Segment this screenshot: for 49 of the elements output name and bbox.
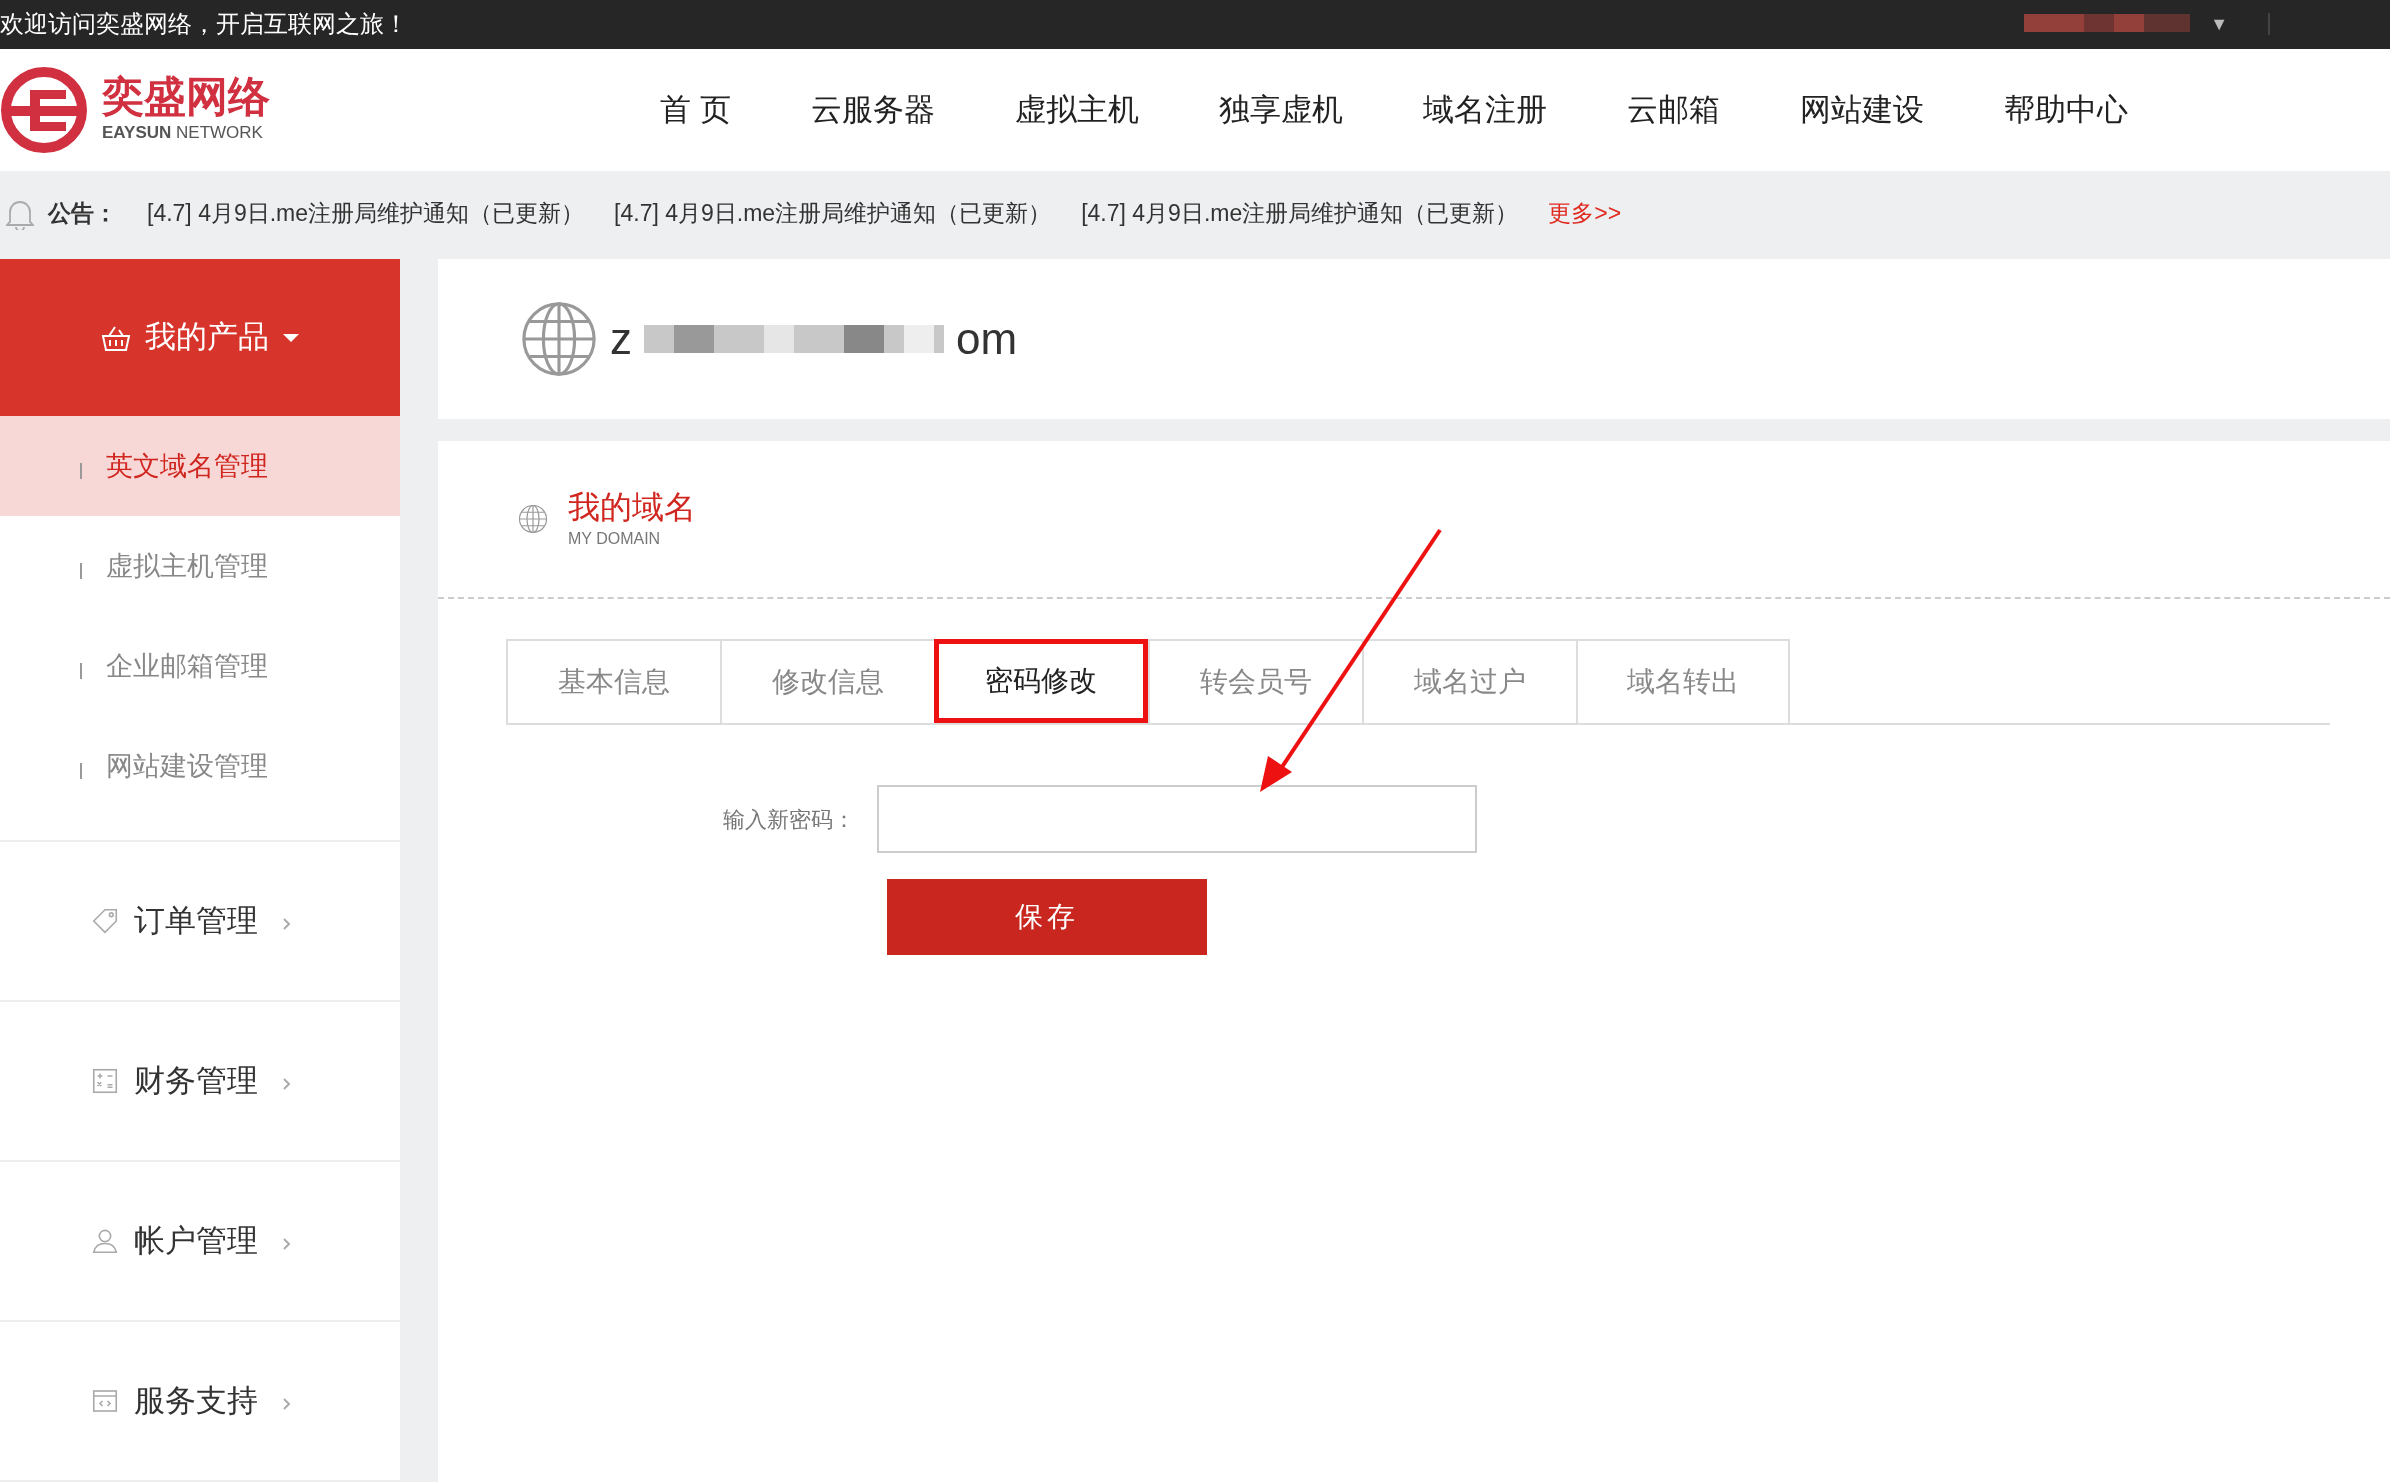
sidebar-item[interactable]: 订单管理 bbox=[0, 842, 400, 1002]
more-link[interactable]: 更多>> bbox=[1548, 196, 1622, 231]
sidebar-item[interactable]: 服务支持 bbox=[0, 1322, 400, 1482]
notice-link[interactable]: [4.7] 4月9日.me注册局维护通知（已更新） bbox=[1081, 196, 1519, 231]
globe-icon bbox=[520, 300, 598, 378]
tab[interactable]: 域名过户 bbox=[1362, 639, 1576, 723]
password-field[interactable] bbox=[877, 785, 1477, 853]
sidebar-subitem[interactable]: 企业邮箱管理 bbox=[0, 616, 400, 716]
panel-title: 我的域名 bbox=[568, 488, 696, 527]
tag-icon bbox=[90, 906, 120, 936]
sidebar-item[interactable]: 帐户管理 bbox=[0, 1162, 400, 1322]
nav-link[interactable]: 独享虚机 bbox=[1218, 86, 1343, 134]
nav-link[interactable]: 云服务器 bbox=[810, 86, 935, 134]
domain-start: z bbox=[610, 313, 632, 365]
tab[interactable]: 密码修改 bbox=[934, 639, 1148, 723]
sidebar-item[interactable]: 财务管理 bbox=[0, 1002, 400, 1162]
sidebar-subitem[interactable]: 英文域名管理 bbox=[0, 416, 400, 516]
calculator-icon bbox=[90, 1066, 120, 1096]
chevron-right-icon bbox=[282, 917, 292, 931]
domain-end: om bbox=[956, 313, 1018, 365]
tab[interactable]: 域名转出 bbox=[1576, 639, 1790, 723]
logo-icon bbox=[0, 66, 88, 154]
nav-link[interactable]: 帮助中心 bbox=[2003, 86, 2128, 134]
chevron-right-icon bbox=[282, 1237, 292, 1251]
nav-link[interactable]: 云邮箱 bbox=[1626, 86, 1720, 134]
logo-tagline: EAYSUN NETWORK bbox=[102, 122, 264, 144]
sidebar-subitem[interactable]: 虚拟主机管理 bbox=[0, 516, 400, 616]
logo[interactable]: 奕盛网络 EAYSUN NETWORK bbox=[0, 66, 660, 154]
globe-icon bbox=[518, 504, 548, 534]
logo-name: 奕盛网络 bbox=[102, 76, 270, 119]
tab[interactable]: 修改信息 bbox=[720, 639, 934, 723]
panel-subtitle: MY DOMAIN bbox=[568, 529, 662, 549]
tab[interactable]: 转会员号 bbox=[1148, 639, 1362, 723]
user-caret[interactable]: ▼ bbox=[2210, 11, 2228, 38]
tab[interactable]: 基本信息 bbox=[506, 639, 720, 723]
nav-link[interactable]: 虚拟主机 bbox=[1014, 86, 1139, 134]
notice-label: 公告： bbox=[48, 199, 117, 229]
my-products-header[interactable]: 我的产品 bbox=[0, 259, 400, 416]
nav-link[interactable]: 网站建设 bbox=[1799, 86, 1924, 134]
save-button[interactable]: 保存 bbox=[887, 879, 1207, 955]
notice-link[interactable]: [4.7] 4月9日.me注册局维护通知（已更新） bbox=[614, 196, 1052, 231]
chevron-right-icon bbox=[282, 1077, 292, 1091]
welcome-text: 欢迎访问奕盛网络，开启互联网之旅！ bbox=[0, 9, 408, 40]
notice-link[interactable]: [4.7] 4月9日.me注册局维护通知（已更新） bbox=[147, 196, 585, 231]
nav-link[interactable]: 域名注册 bbox=[1422, 86, 1547, 134]
nav-link[interactable]: 首 页 bbox=[660, 86, 731, 134]
sidebar-subitem[interactable]: 网站建设管理 bbox=[0, 716, 400, 816]
chevron-right-icon bbox=[282, 1397, 292, 1411]
field-label: 输入新密码： bbox=[723, 805, 855, 834]
